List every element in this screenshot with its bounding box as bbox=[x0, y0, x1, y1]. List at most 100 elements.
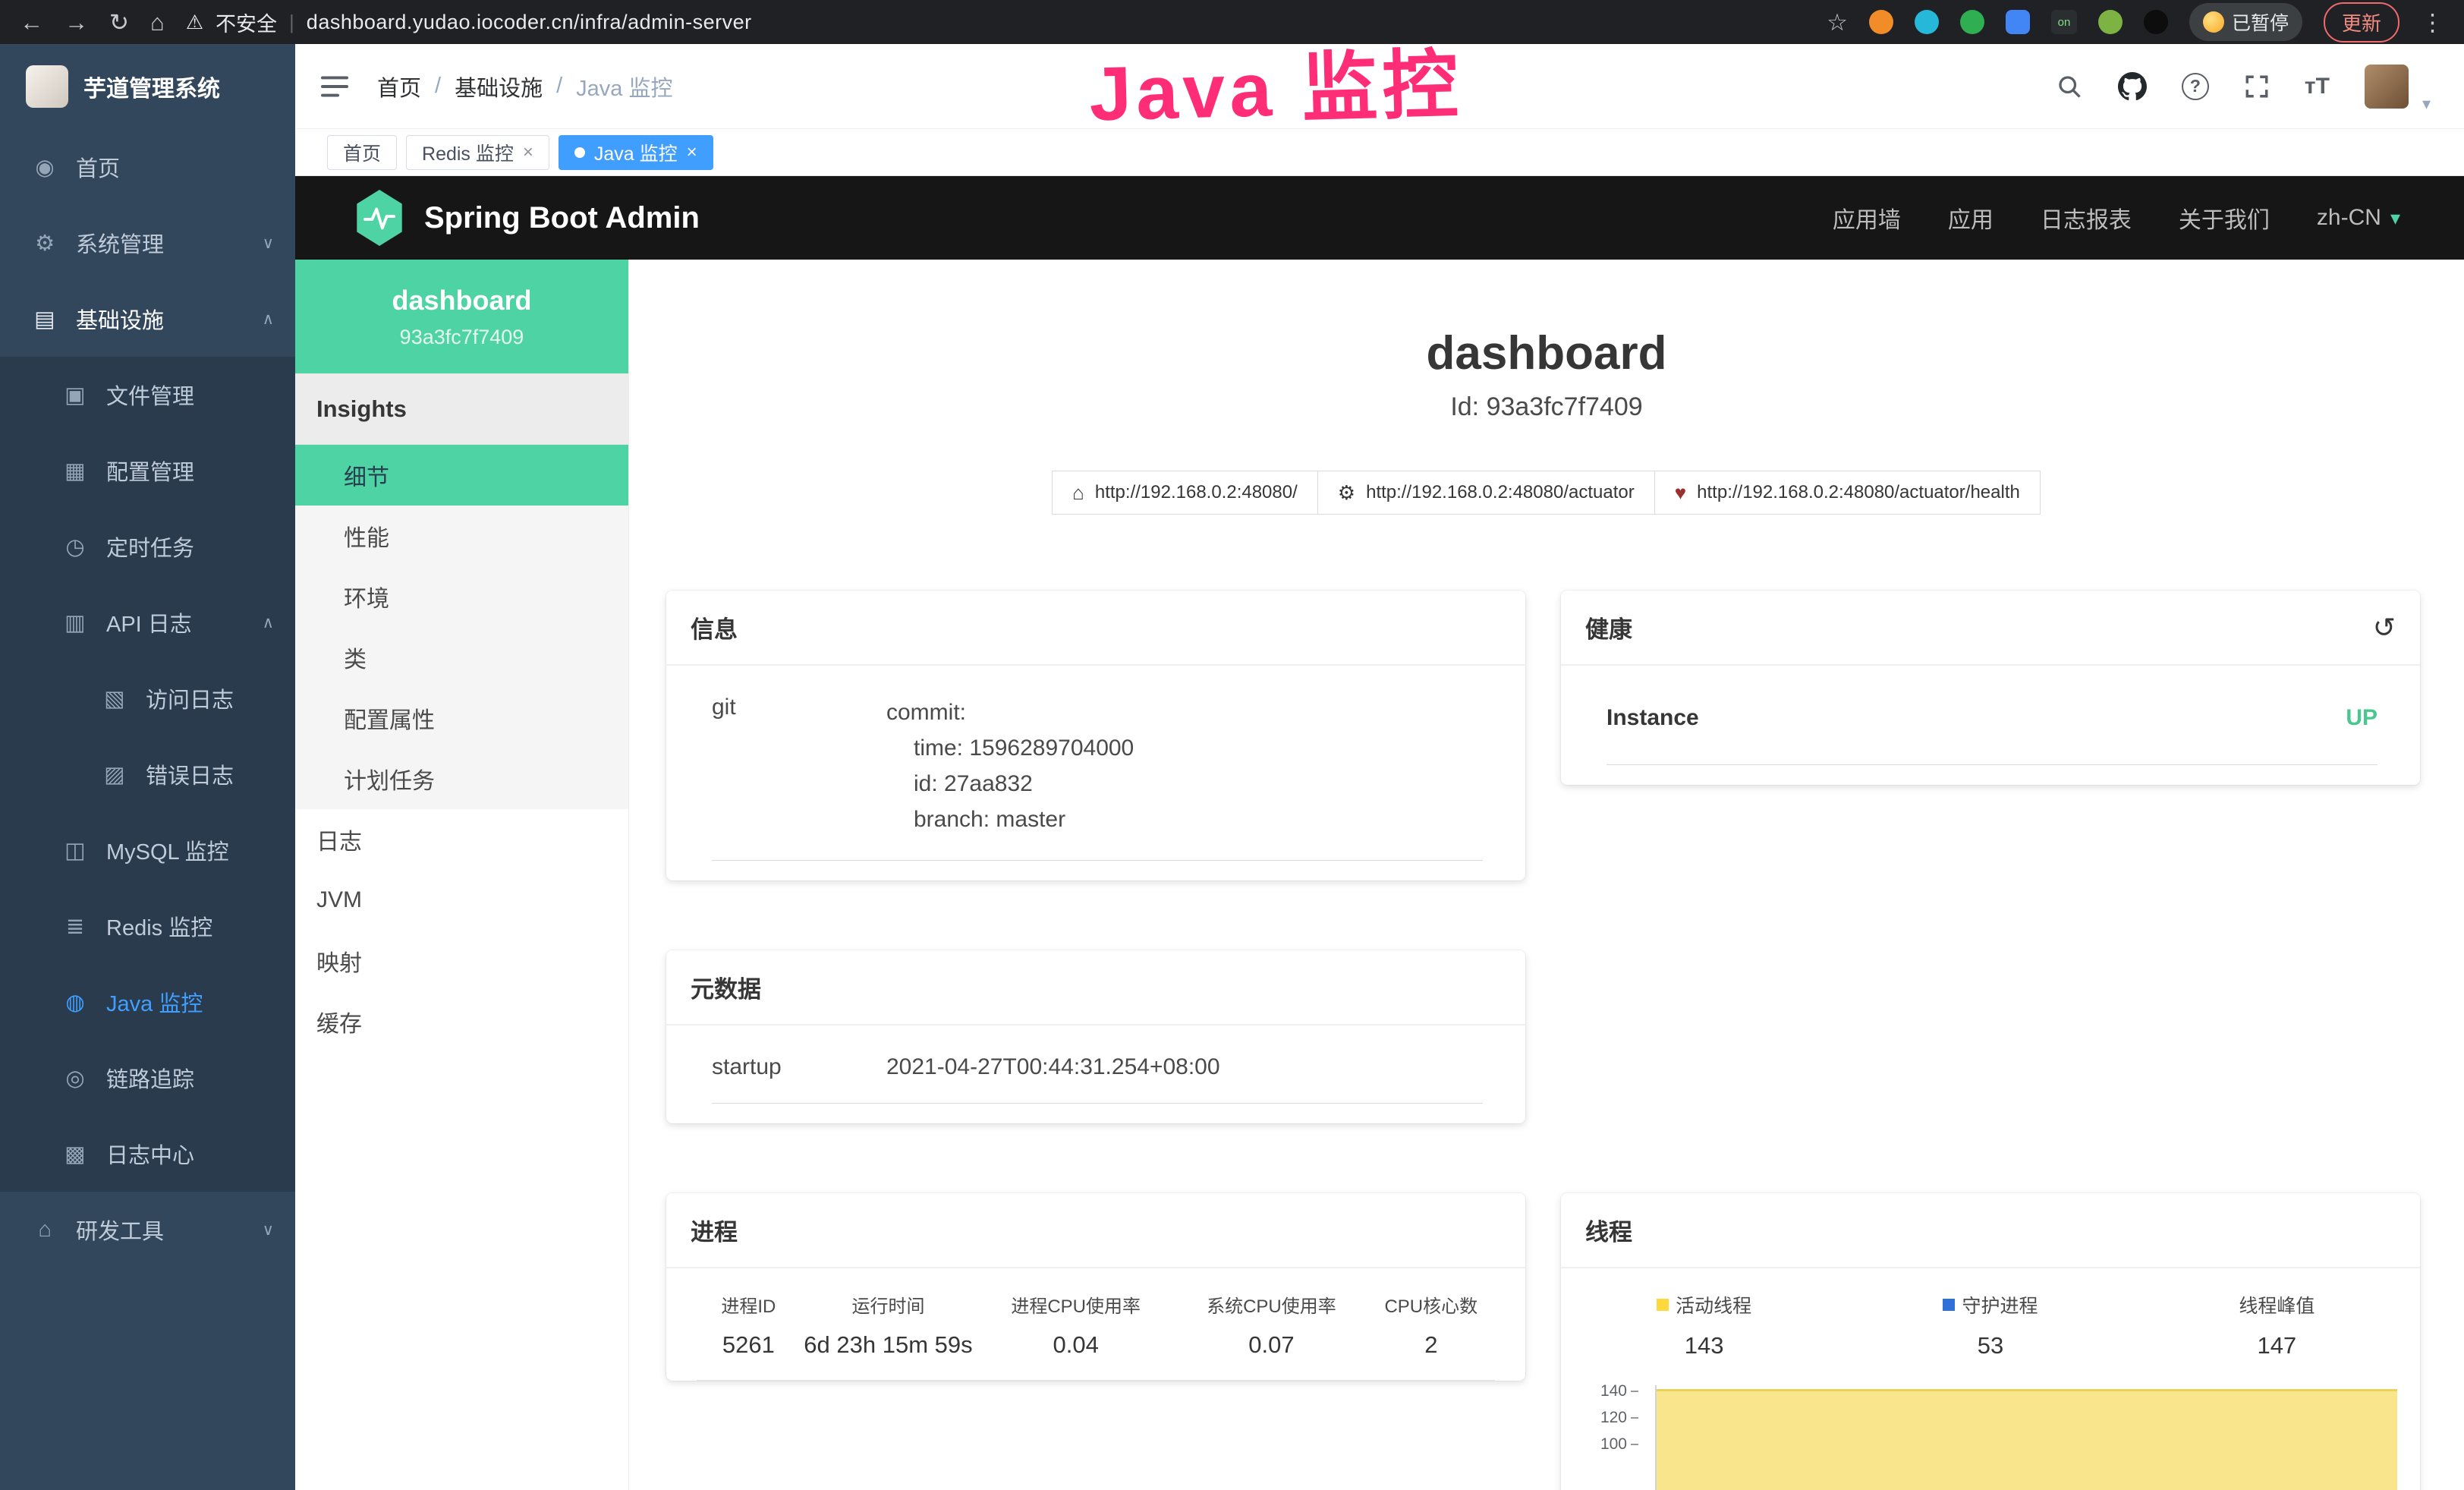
sidebar-item-config[interactable]: ▦ 配置管理 bbox=[0, 433, 295, 509]
user-avatar[interactable] bbox=[2365, 65, 2409, 109]
spring-boot-admin-logo-icon bbox=[354, 190, 404, 246]
process-col-header: 运行时间 bbox=[801, 1291, 976, 1318]
link-health-url[interactable]: ♥ http://192.168.0.2:48080/actuator/heal… bbox=[1654, 471, 2041, 515]
sba-section-insights: Insights bbox=[295, 373, 628, 445]
app-logo-row[interactable]: 芋道管理系统 bbox=[0, 44, 295, 129]
breadcrumb-home[interactable]: 首页 bbox=[377, 71, 421, 102]
bookmark-star-icon[interactable]: ☆ bbox=[1827, 11, 1848, 34]
back-icon[interactable]: ← bbox=[20, 11, 43, 34]
forward-icon[interactable]: → bbox=[65, 11, 88, 34]
sba-item-configprops[interactable]: 配置属性 bbox=[295, 688, 628, 748]
app-sidebar: 芋道管理系统 ◉ 首页 ⚙ 系统管理 ∨ ▤ 基础设施 ∧ ▣ 文件管理 ▦ 配… bbox=[0, 44, 295, 1490]
sba-nav-wallboard[interactable]: 应用墙 bbox=[1833, 201, 1901, 235]
link-base-url[interactable]: ⌂ http://192.168.0.2:48080/ bbox=[1052, 471, 1318, 515]
extension-icon-2[interactable] bbox=[1915, 10, 1939, 34]
trace-icon: ◎ bbox=[61, 1065, 90, 1092]
sidebar-item-system[interactable]: ⚙ 系统管理 ∨ bbox=[0, 205, 295, 281]
search-icon[interactable] bbox=[2056, 73, 2083, 100]
breadcrumb-infrastructure[interactable]: 基础设施 bbox=[455, 71, 543, 102]
extension-icon-5[interactable] bbox=[2098, 10, 2123, 34]
chevron-up-icon: ∧ bbox=[263, 310, 274, 329]
sba-item-jvm[interactable]: JVM bbox=[295, 870, 628, 931]
app-logo bbox=[26, 65, 68, 108]
sidebar-item-redis-monitor[interactable]: ≣ Redis 监控 bbox=[0, 888, 295, 964]
process-col-value: 5261 bbox=[697, 1331, 801, 1380]
chevron-up-icon: ∧ bbox=[263, 613, 274, 632]
process-table: 进程ID 5261 运行时间 6d 23h 15m 59s 进程CPU使用率 0… bbox=[697, 1268, 1495, 1381]
sidebar-item-access-log[interactable]: ▧ 访问日志 bbox=[0, 660, 295, 736]
sidebar-item-cron[interactable]: ◷ 定时任务 bbox=[0, 509, 295, 584]
sidebar-item-file-manager[interactable]: ▣ 文件管理 bbox=[0, 357, 295, 433]
security-label[interactable]: 不安全 bbox=[216, 8, 277, 37]
legend-swatch-daemon-threads bbox=[1943, 1299, 1955, 1311]
kebab-menu-icon[interactable]: ⋮ bbox=[2421, 11, 2444, 34]
help-icon[interactable]: ? bbox=[2182, 73, 2209, 100]
sidebar-item-infrastructure[interactable]: ▤ 基础设施 ∧ bbox=[0, 281, 295, 357]
tab-home[interactable]: 首页 bbox=[327, 135, 397, 170]
gear-icon: ⚙ bbox=[30, 230, 59, 257]
close-icon[interactable]: × bbox=[687, 142, 697, 163]
url-text[interactable]: dashboard.yudao.iocoder.cn/infra/admin-s… bbox=[307, 11, 752, 34]
dashboard-icon: ◉ bbox=[30, 154, 59, 181]
sidebar-item-mysql-monitor[interactable]: ◫ MySQL 监控 bbox=[0, 812, 295, 888]
sba-brand-title[interactable]: Spring Boot Admin bbox=[424, 201, 700, 235]
sidebar-item-label: Java 监控 bbox=[106, 986, 203, 1018]
hamburger-icon[interactable] bbox=[321, 75, 348, 98]
sba-item-scheduled-tasks[interactable]: 计划任务 bbox=[295, 748, 628, 809]
sba-item-classes[interactable]: 类 bbox=[295, 627, 628, 688]
card-title: 信息 bbox=[691, 610, 738, 644]
sba-item-environment[interactable]: 环境 bbox=[295, 566, 628, 627]
extension-icon-on-badge[interactable]: on bbox=[2051, 10, 2077, 34]
breadcrumb: 首页 / 基础设施 / Java 监控 bbox=[377, 71, 672, 102]
sidebar-item-home[interactable]: ◉ 首页 bbox=[0, 129, 295, 205]
instance-header[interactable]: dashboard 93a3fc7f7409 bbox=[295, 260, 628, 373]
process-col-value: 0.04 bbox=[976, 1331, 1175, 1380]
sba-item-mappings[interactable]: 映射 bbox=[295, 931, 628, 991]
extension-icon-3[interactable] bbox=[1960, 10, 1984, 34]
reload-icon[interactable]: ↻ bbox=[109, 11, 129, 34]
tab-redis-monitor[interactable]: Redis 监控 × bbox=[406, 135, 549, 170]
github-icon[interactable] bbox=[2118, 72, 2147, 101]
card-title: 健康 bbox=[1585, 610, 1632, 644]
tab-java-monitor[interactable]: Java 监控 × bbox=[559, 135, 713, 170]
config-icon: ▦ bbox=[61, 458, 90, 484]
sidebar-item-java-monitor[interactable]: ◍ Java 监控 bbox=[0, 964, 295, 1040]
fullscreen-icon[interactable] bbox=[2244, 74, 2270, 99]
sidebar-item-error-log[interactable]: ▨ 错误日志 bbox=[0, 736, 295, 812]
security-warning-icon[interactable]: ⚠ bbox=[186, 11, 203, 34]
extension-icon-4[interactable] bbox=[2006, 10, 2030, 34]
browser-home-icon[interactable]: ⌂ bbox=[150, 11, 165, 34]
sba-item-details[interactable]: 细节 bbox=[295, 445, 628, 506]
chevron-down-icon: ∨ bbox=[263, 234, 274, 253]
update-button[interactable]: 更新 bbox=[2324, 2, 2399, 43]
sidebar-item-trace[interactable]: ◎ 链路追踪 bbox=[0, 1040, 295, 1116]
history-icon[interactable]: ↺ bbox=[2373, 612, 2396, 644]
close-icon[interactable]: × bbox=[523, 142, 533, 163]
sba-nav-journal[interactable]: 日志报表 bbox=[2041, 201, 2132, 235]
link-actuator-url[interactable]: ⚙ http://192.168.0.2:48080/actuator bbox=[1317, 471, 1655, 515]
sba-nav-about[interactable]: 关于我们 bbox=[2179, 201, 2270, 235]
profile-paused-badge[interactable]: 已暂停 bbox=[2189, 3, 2302, 41]
sidebar-item-label: API 日志 bbox=[106, 606, 192, 638]
sidebar-item-log-center[interactable]: ▩ 日志中心 bbox=[0, 1116, 295, 1192]
sidebar-item-devtools[interactable]: ⌂ 研发工具 ∨ bbox=[0, 1192, 295, 1268]
extension-icon-1[interactable] bbox=[1869, 10, 1893, 34]
avatar-caret-icon[interactable]: ▾ bbox=[2422, 94, 2431, 114]
font-size-icon[interactable]: тT bbox=[2305, 74, 2330, 99]
log-center-icon: ▩ bbox=[61, 1141, 90, 1167]
sba-item-caches[interactable]: 缓存 bbox=[295, 991, 628, 1052]
address-bar[interactable]: ⚠ 不安全 | dashboard.yudao.iocoder.cn/infra… bbox=[186, 8, 1805, 37]
sidebar-item-label: 链路追踪 bbox=[106, 1062, 194, 1094]
health-status-badge: UP bbox=[2346, 705, 2377, 731]
sba-nav-applications[interactable]: 应用 bbox=[1948, 201, 1994, 235]
locale-selector[interactable]: zh-CN ▾ bbox=[2317, 205, 2400, 231]
sidebar-item-api-log[interactable]: ▥ API 日志 ∧ bbox=[0, 584, 295, 660]
cron-icon: ◷ bbox=[61, 534, 90, 560]
java-monitor-icon: ◍ bbox=[61, 989, 90, 1016]
sba-item-metrics[interactable]: 性能 bbox=[295, 506, 628, 566]
infrastructure-submenu: ▣ 文件管理 ▦ 配置管理 ◷ 定时任务 ▥ API 日志 ∧ ▧ 访问日志 ▨ bbox=[0, 357, 295, 1192]
extension-icon-6[interactable] bbox=[2144, 10, 2168, 34]
info-card: 信息 git commit: time: 1596289704000 id: 2… bbox=[666, 591, 1525, 880]
sba-item-logs[interactable]: 日志 bbox=[295, 809, 628, 870]
legend-swatch-live-threads bbox=[1657, 1299, 1669, 1311]
